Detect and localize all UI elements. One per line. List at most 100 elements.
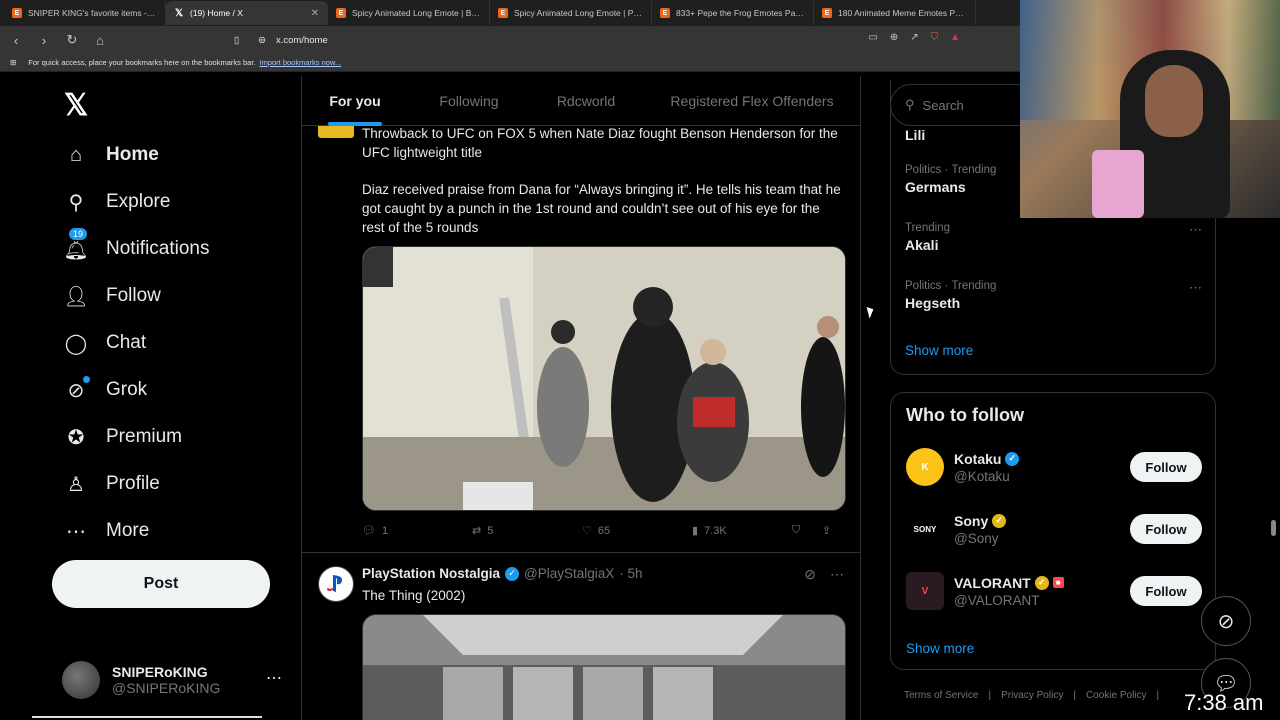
avatar: SONY [906, 510, 944, 548]
x-icon: 𝕏 [174, 7, 184, 19]
grok-icon: ⊘ [64, 376, 90, 402]
premium-icon: ✪ [67, 426, 85, 449]
account-name: SNIPERoKING [112, 664, 208, 680]
browser-tab-active[interactable]: 𝕏 (19) Home / X ✕ [166, 1, 328, 25]
screen-icon[interactable]: ▭ [868, 32, 877, 43]
url-field[interactable]: ▯ ⊜ x.com/home [234, 30, 968, 50]
tweet-author-handle[interactable]: @PlayStalgiaX [524, 566, 614, 581]
close-icon[interactable]: ✕ [311, 8, 319, 19]
share-button[interactable]: ⇪ [822, 524, 842, 537]
etsy-icon: E [822, 8, 832, 18]
timeline: For you Following Rdcworld Registered Fl… [301, 76, 861, 720]
image-frame [363, 615, 845, 720]
follow-suggestion[interactable]: K Kotaku ✓ @Kotaku Follow [906, 445, 1202, 489]
tab-for-you[interactable]: For you [302, 76, 408, 126]
share-icon: ⇪ [822, 525, 832, 537]
avatar[interactable] [318, 566, 354, 602]
grok-icon[interactable]: ⊘ [804, 566, 816, 583]
search-icon: ⚲ [905, 97, 915, 112]
browser-tab[interactable]: E Spicy Animated Long Emote | Blue H [328, 1, 490, 25]
follow-button[interactable]: Follow [1130, 452, 1202, 482]
tab-registered-flex-offenders[interactable]: Registered Flex Offenders [642, 76, 860, 126]
avatar[interactable] [318, 126, 354, 138]
privacy-link[interactable]: Privacy Policy [1001, 690, 1063, 701]
follow-suggestion[interactable]: SONY Sony ✓ @Sony Follow [906, 507, 1202, 551]
nav-grok[interactable]: ⊘ Grok [64, 375, 147, 405]
nav-profile[interactable]: ♙ Profile [64, 469, 160, 499]
more-icon[interactable]: ⋯ [266, 668, 282, 688]
nav-premium[interactable]: ✪ Premium [64, 422, 182, 452]
more-icon[interactable]: ⋯ [1189, 280, 1202, 296]
browser-tab[interactable]: E SNIPER KING's favorite items - Etsy [4, 1, 166, 25]
forward-icon[interactable]: › [36, 33, 52, 48]
nav-follow[interactable]: 👤︎ Follow [63, 281, 161, 311]
tweet-text: Diaz received praise from Dana for “Alwa… [362, 182, 841, 235]
tweet-image[interactable] [362, 614, 846, 720]
tweet-video[interactable] [362, 246, 846, 511]
terms-link[interactable]: Terms of Service [904, 690, 978, 701]
add-person-icon: 👤︎ [63, 285, 89, 308]
rewards-icon[interactable]: ▲ [950, 32, 960, 43]
tweet-header: PlayStation Nostalgia ✓ @PlayStalgiaX · … [362, 566, 643, 581]
account-switcher[interactable]: SNIPERoKING @SNIPERoKING ⋯ [62, 658, 292, 702]
follow-button[interactable]: Follow [1130, 514, 1202, 544]
show-more-trends-link[interactable]: Show more [905, 343, 973, 358]
tab-following[interactable]: Following [408, 76, 530, 126]
repost-button[interactable]: ⇄ 5 [472, 524, 582, 538]
browser-tab[interactable]: E 833+ Pepe the Frog Emotes Pack - A [652, 1, 814, 25]
trend-item[interactable]: Politics · Trending Germans [905, 164, 996, 195]
share-icon[interactable]: ↗ [910, 32, 918, 43]
who-to-follow-panel: Who to follow K Kotaku ✓ @Kotaku Follow S… [890, 392, 1216, 670]
tweet-author-name[interactable]: PlayStation Nostalgia [362, 566, 500, 581]
verified-icon: ✓ [1034, 575, 1049, 590]
verified-icon: ✓ [1005, 451, 1020, 466]
follow-button[interactable]: Follow [1130, 576, 1202, 606]
home-icon[interactable]: ⌂ [92, 33, 108, 48]
nav-explore[interactable]: ⚲ Explore [64, 187, 171, 217]
zoom-icon[interactable]: ⊕ [890, 32, 898, 43]
x-logo-icon[interactable]: 𝕏 [64, 88, 88, 123]
verified-icon: ✓ [505, 566, 520, 581]
post-button[interactable]: Post [52, 560, 270, 608]
views-button[interactable]: ▮ 7.3K [692, 524, 792, 538]
bookmark-button[interactable]: ⛉ [792, 524, 822, 537]
avatar: K [906, 448, 944, 486]
brave-shield-icon[interactable]: ⛉ [931, 32, 939, 43]
nav-home[interactable]: ⌂ Home [64, 140, 159, 170]
show-more-follow-link[interactable]: Show more [906, 641, 974, 656]
clock-overlay: 7:38 am [1184, 690, 1264, 715]
more-icon[interactable]: ⋯ [1189, 222, 1202, 238]
browser-tab[interactable]: E Spicy Animated Long Emote | Purple [490, 1, 652, 25]
trend-item[interactable]: Lili [905, 124, 925, 143]
cookie-link[interactable]: Cookie Policy [1086, 690, 1147, 701]
bell-icon: 🔔︎ 19 [63, 227, 89, 261]
search-placeholder: Search [922, 97, 964, 113]
nav-notifications[interactable]: 🔔︎ 19 Notifications [63, 227, 210, 264]
grok-floating-button[interactable]: ⊘ [1201, 596, 1251, 646]
divider [302, 552, 860, 553]
nav-chat[interactable]: ◯ Chat [64, 328, 146, 358]
tab-rdcworld[interactable]: Rdcworld [530, 76, 642, 126]
browser-tab[interactable]: E 180 Animated Meme Emotes Pack: T [814, 1, 976, 25]
like-button[interactable]: ♡ 65 [582, 524, 692, 538]
nav-more[interactable]: ⋯ More [64, 516, 149, 546]
trend-item[interactable]: Trending Akali [905, 222, 950, 253]
reply-button[interactable]: 💬︎ 1 [362, 524, 472, 538]
footer-links: Terms of Service | Privacy Policy | Cookie… [904, 690, 1160, 701]
scrollbar[interactable] [1271, 520, 1276, 536]
site-info-icon[interactable]: ⊜ [258, 35, 266, 46]
follow-suggestion[interactable]: V VALORANT ✓ ■ @VALORANT Follow [906, 569, 1202, 613]
more-icon[interactable]: ⋯ [830, 566, 844, 583]
repost-icon: ⇄ [472, 525, 482, 537]
apps-icon[interactable]: ⊞ [10, 58, 16, 67]
reply-icon: 💬︎ [362, 525, 376, 537]
feed-tabs: For you Following Rdcworld Registered Fl… [302, 76, 860, 126]
trend-item[interactable]: Politics · Trending Hegseth [905, 280, 996, 311]
bookmark-icon[interactable]: ▯ [234, 35, 239, 46]
avatar: V [906, 572, 944, 610]
back-icon[interactable]: ‹ [8, 33, 24, 48]
grok-icon: ⊘ [1217, 610, 1235, 633]
tweet-time[interactable]: · 5h [619, 566, 642, 581]
reload-icon[interactable]: ↻ [64, 32, 80, 48]
import-bookmarks-link[interactable]: Import bookmarks now... [260, 58, 342, 67]
